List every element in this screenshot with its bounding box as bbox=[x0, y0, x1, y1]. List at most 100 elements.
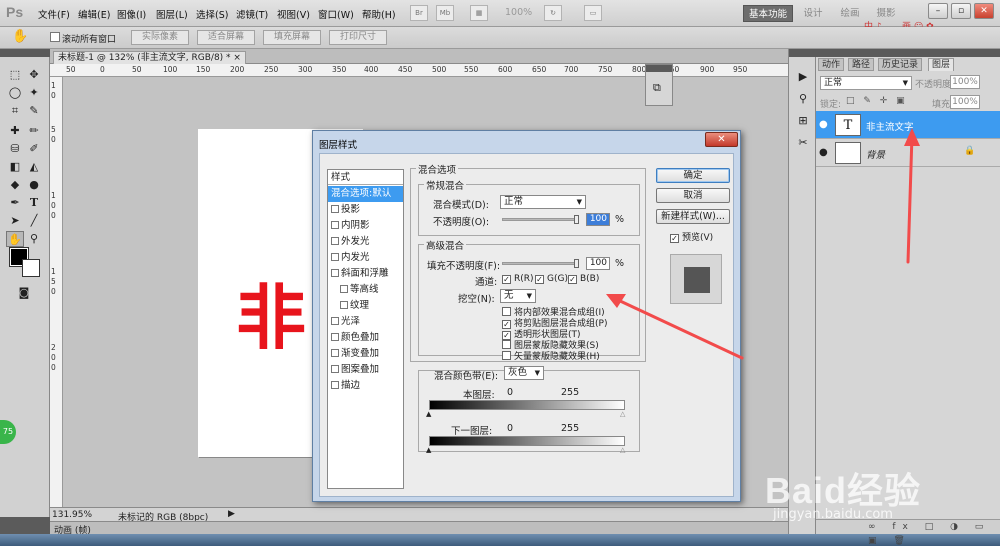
minimize-button[interactable]: – bbox=[928, 3, 948, 19]
history-brush-icon[interactable]: ✐ bbox=[25, 141, 43, 157]
style-checkbox[interactable] bbox=[331, 333, 339, 341]
style-item-stroke[interactable]: 描边 bbox=[328, 378, 403, 394]
hand-tool-button-icon[interactable]: ✋ bbox=[6, 231, 24, 247]
grid-view-icon[interactable]: ▦ bbox=[470, 5, 488, 21]
style-checkbox[interactable] bbox=[331, 253, 339, 261]
actions-panel-icon[interactable]: ▶ bbox=[795, 69, 811, 85]
tab-actions[interactable]: 动作 bbox=[818, 58, 845, 71]
status-zoom[interactable]: 131.95% bbox=[52, 510, 92, 520]
bridge-icon[interactable]: Br bbox=[410, 5, 428, 21]
slider-handle-icon[interactable]: △ bbox=[620, 410, 625, 418]
style-checkbox[interactable] bbox=[331, 349, 339, 357]
style-checkbox[interactable] bbox=[340, 301, 348, 309]
style-item-inner-shadow[interactable]: 内阴影 bbox=[328, 218, 403, 234]
history-panel-icon[interactable]: ⊞ bbox=[795, 113, 811, 129]
layer-row-background[interactable]: ● 背景 🔒 bbox=[816, 139, 1000, 167]
channel-b[interactable]: ✓ B(B) bbox=[568, 274, 599, 284]
channel-r[interactable]: ✓ R(R) bbox=[502, 274, 534, 284]
eyedropper-icon[interactable]: ✎ bbox=[25, 103, 43, 119]
line-tool-icon[interactable]: ╱ bbox=[25, 213, 43, 229]
pen-tool-icon[interactable]: ✒ bbox=[6, 195, 24, 211]
clone-stamp-icon[interactable]: ⛁ bbox=[6, 141, 24, 157]
style-checkbox[interactable] bbox=[331, 381, 339, 389]
menu-edit[interactable]: 编辑(E) bbox=[78, 7, 110, 21]
menu-filter[interactable]: 滤镜(T) bbox=[236, 7, 268, 21]
style-checkbox[interactable] bbox=[331, 365, 339, 373]
fill-opacity-input[interactable]: 100 bbox=[586, 257, 610, 270]
option-checkbox[interactable] bbox=[502, 351, 511, 360]
style-item-bevel-emboss[interactable]: 斜面和浮雕 bbox=[328, 266, 403, 282]
visibility-eye-icon[interactable]: ● bbox=[819, 119, 828, 130]
channel-g-checkbox[interactable]: ✓ bbox=[535, 275, 544, 284]
navigator-icon[interactable]: ⧉ bbox=[653, 81, 661, 95]
menu-help[interactable]: 帮助(H) bbox=[362, 7, 396, 21]
magic-wand-icon[interactable]: ✦ bbox=[25, 85, 43, 101]
layer-name[interactable]: 非主流文字 bbox=[866, 119, 914, 133]
workspace-paint[interactable]: 绘画 bbox=[834, 5, 866, 22]
style-item-drop-shadow[interactable]: 投影 bbox=[328, 202, 403, 218]
style-checkbox[interactable] bbox=[331, 269, 339, 277]
channel-b-checkbox[interactable]: ✓ bbox=[568, 275, 577, 284]
layer-comps-icon[interactable]: ✂ bbox=[795, 135, 811, 151]
actual-pixels-button[interactable]: 实际像素 bbox=[131, 30, 189, 45]
ok-button[interactable]: 确定 bbox=[656, 168, 730, 183]
blend-mode-select[interactable]: 正常 ▼ bbox=[500, 195, 586, 209]
layer-blend-mode-select[interactable]: 正常 ▼ bbox=[820, 76, 912, 90]
arrange-documents-icon[interactable]: ▭ bbox=[584, 5, 602, 21]
style-item-contour[interactable]: 等高线 bbox=[328, 282, 403, 298]
menu-window[interactable]: 窗口(W) bbox=[318, 7, 354, 21]
blend-if-select[interactable]: 灰色 ▼ bbox=[504, 366, 544, 380]
preview-checkbox[interactable]: ✓ bbox=[670, 234, 679, 243]
tab-paths[interactable]: 路径 bbox=[848, 58, 875, 71]
menu-layer[interactable]: 图层(L) bbox=[156, 7, 188, 21]
opacity-slider-handle[interactable] bbox=[574, 215, 579, 224]
opacity-slider[interactable] bbox=[502, 218, 578, 221]
style-item-satin[interactable]: 光泽 bbox=[328, 314, 403, 330]
path-selection-icon[interactable]: ➤ bbox=[6, 213, 24, 229]
menu-image[interactable]: 图像(I) bbox=[117, 7, 146, 21]
print-size-button[interactable]: 打印尺寸 bbox=[329, 30, 387, 45]
animation-panel-tab[interactable]: 动画 (帧) bbox=[50, 521, 790, 536]
tab-history[interactable]: 历史记录 bbox=[878, 58, 923, 71]
preview-toggle[interactable]: ✓ 预览(V) bbox=[670, 230, 713, 243]
style-checkbox[interactable] bbox=[340, 285, 348, 293]
scroll-all-windows-checkbox[interactable] bbox=[50, 32, 60, 42]
menu-file[interactable]: 文件(F) bbox=[38, 7, 70, 21]
fill-opacity-slider-handle[interactable] bbox=[574, 259, 579, 268]
new-style-button[interactable]: 新建样式(W)... bbox=[656, 209, 730, 224]
fit-screen-button[interactable]: 适合屏幕 bbox=[197, 30, 255, 45]
quick-mask-icon[interactable]: ◙ bbox=[15, 285, 33, 301]
document-tab[interactable]: 未标题-1 @ 132% (非主流文字, RGB/8) * × bbox=[53, 51, 246, 64]
slider-handle-icon[interactable]: ▲ bbox=[426, 446, 431, 454]
fill-screen-button[interactable]: 填充屏幕 bbox=[263, 30, 321, 45]
style-item-pattern-overlay[interactable]: 图案叠加 bbox=[328, 362, 403, 378]
style-checkbox[interactable] bbox=[331, 237, 339, 245]
crop-tool-icon[interactable]: ⌗ bbox=[6, 103, 24, 119]
style-item-outer-glow[interactable]: 外发光 bbox=[328, 234, 403, 250]
collapsed-panel[interactable]: ⧉ bbox=[645, 64, 673, 106]
layer-fill-input[interactable]: 100% bbox=[950, 95, 980, 109]
style-item-inner-glow[interactable]: 内发光 bbox=[328, 250, 403, 266]
paths-panel-icon[interactable]: ⚲ bbox=[795, 91, 811, 107]
slider-handle-icon[interactable]: ▲ bbox=[426, 410, 431, 418]
option-checkbox[interactable] bbox=[502, 307, 511, 316]
lock-icons[interactable]: □ ✎ ✛ ▣ bbox=[846, 96, 908, 106]
layer-row-text[interactable]: ● T 非主流文字 bbox=[816, 111, 1000, 139]
dialog-close-button[interactable]: ✕ bbox=[705, 132, 738, 147]
visibility-eye-icon[interactable]: ● bbox=[819, 147, 828, 158]
type-tool-icon[interactable]: T bbox=[25, 195, 43, 211]
marquee-tool-icon[interactable]: ⬚ bbox=[6, 67, 24, 83]
style-checkbox[interactable] bbox=[331, 221, 339, 229]
tab-layers[interactable]: 图层 bbox=[928, 58, 955, 71]
brush-tool-icon[interactable]: ✏ bbox=[25, 123, 43, 139]
this-layer-gradient[interactable] bbox=[429, 400, 625, 410]
workspace-basic[interactable]: 基本功能 bbox=[743, 5, 793, 22]
style-checkbox[interactable] bbox=[331, 317, 339, 325]
paint-bucket-icon[interactable]: ◭ bbox=[25, 159, 43, 175]
zoom-tool-icon[interactable]: ⚲ bbox=[25, 231, 43, 247]
style-item-texture[interactable]: 纹理 bbox=[328, 298, 403, 314]
style-checkbox[interactable] bbox=[331, 205, 339, 213]
channel-g[interactable]: ✓ G(G) bbox=[535, 274, 568, 284]
style-item-blending-options[interactable]: 混合选项:默认 bbox=[328, 186, 403, 202]
underlying-layer-gradient[interactable] bbox=[429, 436, 625, 446]
